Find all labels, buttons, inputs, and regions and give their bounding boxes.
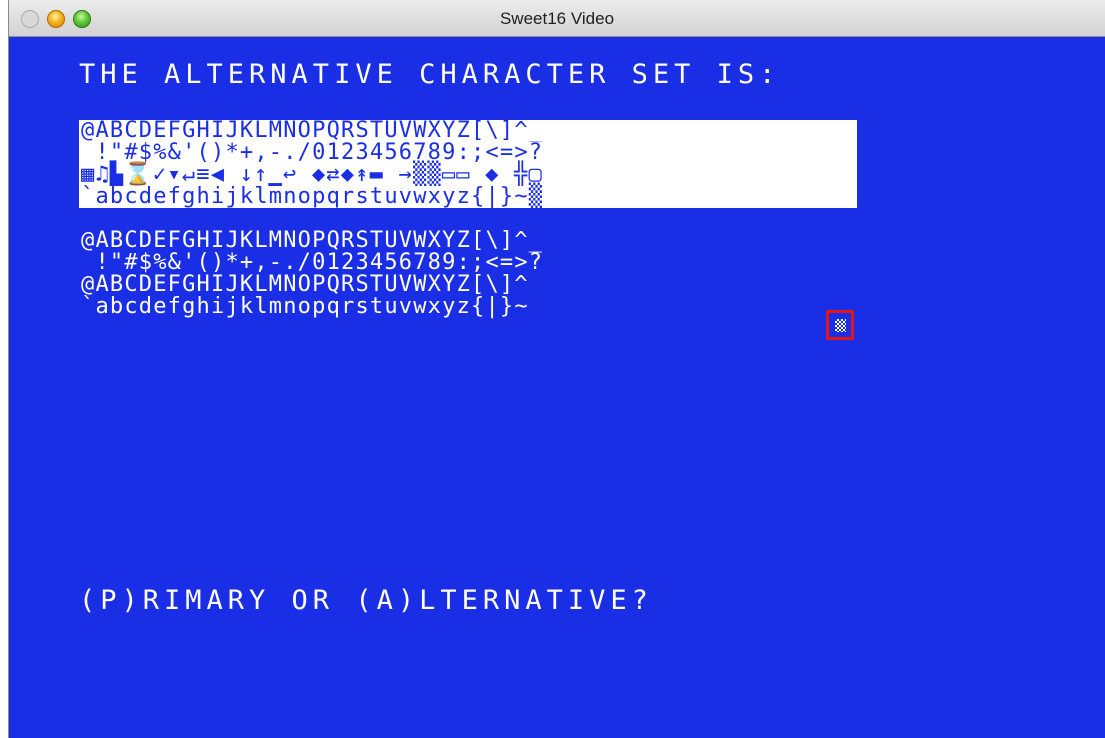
screen-heading: THE ALTERNATIVE CHARACTER SET IS: (79, 59, 781, 90)
screen-prompt: (P)RIMARY OR (A)LTERNATIVE? (79, 585, 653, 616)
checkerboard-glyph-icon (835, 319, 846, 332)
normal-row-uppercase-2: @ABCDEFGHIJKLMNOPQRSTUVWXYZ[\]^ (81, 272, 529, 297)
inverse-row-uppercase: @ABCDEFGHIJKLMNOPQRSTUVWXYZ[\]^_ (79, 120, 857, 142)
emulator-screen[interactable]: THE ALTERNATIVE CHARACTER SET IS: @ABCDE… (9, 37, 1105, 738)
inverse-row-lowercase: `abcdefghijklmnopqrstuvwxyz{|}~▒ (79, 186, 857, 208)
normal-row-uppercase: @ABCDEFGHIJKLMNOPQRSTUVWXYZ[\]^_ (81, 228, 544, 253)
window-title: Sweet16 Video (499, 9, 615, 28)
normal-row-symbols: !"#$%&'()*+,-./0123456789:;<=>? (81, 250, 544, 275)
inverse-row-mousetext: ▦♫▙⌛✓▾↵≡◀ ↓↑▁↩ ◆⇄◆↟▬ →▒▒▭▭ ◆ ╬▢ (79, 164, 857, 186)
normal-row-lowercase: `abcdefghijklmnopqrstuvwxyz{|}~ (81, 294, 529, 319)
inverse-row-symbols: !"#$%&'()*+,-./0123456789:;<=>? (79, 142, 857, 164)
highlighted-character-box (826, 310, 854, 340)
app-window: Sweet16 Video THE ALTERNATIVE CHARACTER … (8, 0, 1105, 738)
title-bar[interactable]: Sweet16 Video (9, 0, 1105, 37)
